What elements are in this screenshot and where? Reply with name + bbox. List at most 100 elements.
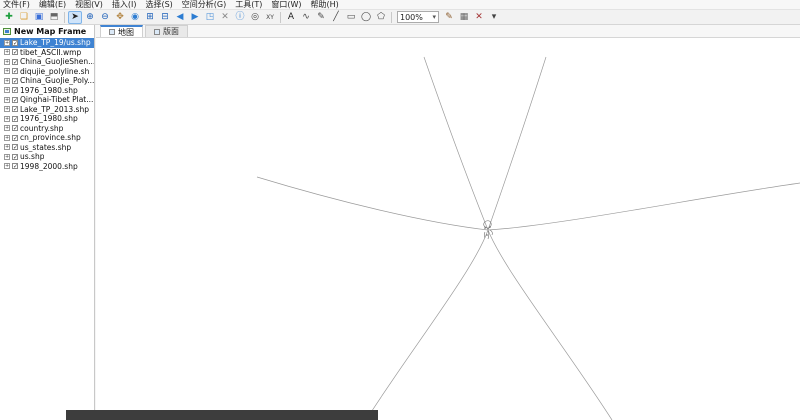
menu-select[interactable]: 选择(S) — [145, 0, 172, 10]
close-tool-icon[interactable]: ✕ — [472, 11, 486, 24]
print-icon[interactable]: ⬒ — [47, 11, 61, 24]
gis-application-window: 文件(F) 编辑(E) 视图(V) 插入(I) 选择(S) 空间分析(G) 工具(T) 窗口(… — [0, 0, 800, 420]
circle-tool-icon[interactable]: ◯ — [359, 11, 373, 24]
layer-row[interactable]: + ✓ us_states.shp — [0, 143, 94, 153]
fixed-zoom-out-icon[interactable]: ⊟ — [158, 11, 172, 24]
layer-list: + ✓ Lake_TP_19/us.shp + ✓ tibet_ASCII.wmp + ✓ Ch… — [0, 38, 94, 171]
tab-layout[interactable]: 版面 — [145, 25, 188, 37]
rectangle-tool-icon[interactable]: ▭ — [344, 11, 358, 24]
clear-selection-icon[interactable]: ✕ — [218, 11, 232, 24]
expander-icon[interactable]: + — [4, 115, 10, 122]
open-folder-icon[interactable]: ❏ — [17, 11, 31, 24]
expander-icon[interactable]: + — [4, 144, 10, 151]
map-graticule-line — [256, 176, 800, 231]
layer-row[interactable]: + ✓ 1998_2000.shp — [0, 162, 94, 172]
menu-window[interactable]: 窗口(W) — [271, 0, 301, 10]
text-tool-icon[interactable]: A — [284, 11, 298, 24]
expander-icon[interactable]: + — [4, 77, 10, 84]
expander-icon[interactable]: + — [4, 68, 10, 75]
zoom-level-combo[interactable]: 100% ▾ — [397, 11, 439, 23]
fixed-zoom-in-icon[interactable]: ⊞ — [143, 11, 157, 24]
tab-map[interactable]: 地图 — [100, 25, 143, 37]
find-icon[interactable]: ◎ — [248, 11, 262, 24]
expander-icon[interactable]: + — [4, 125, 10, 132]
layer-checkbox[interactable]: ✓ — [12, 125, 18, 132]
layer-row[interactable]: + ✓ country.shp — [0, 124, 94, 134]
curve-tool-icon[interactable]: ∿ — [299, 11, 313, 24]
layer-checkbox[interactable]: ✓ — [12, 68, 18, 75]
layer-checkbox[interactable]: ✓ — [12, 153, 18, 160]
layer-label: China_GuoJieShen... — [20, 57, 94, 67]
more-tools-icon[interactable]: ▾ — [487, 11, 501, 24]
layer-checkbox[interactable]: ✓ — [12, 134, 18, 141]
zoom-in-icon[interactable]: ⊕ — [83, 11, 97, 24]
edit-pencil-icon[interactable]: ✎ — [442, 11, 456, 24]
zoom-out-icon[interactable]: ⊖ — [98, 11, 112, 24]
expander-icon[interactable]: + — [4, 87, 10, 94]
menu-bar: 文件(F) 编辑(E) 视图(V) 插入(I) 选择(S) 空间分析(G) 工具(T) 窗口(… — [0, 0, 800, 10]
tab-icon — [109, 29, 115, 35]
layer-label: us_states.shp — [20, 142, 72, 152]
menu-insert[interactable]: 插入(I) — [112, 0, 137, 10]
back-extent-icon[interactable]: ◀ — [173, 11, 187, 24]
layer-row[interactable]: + ✓ cn_province.shp — [0, 133, 94, 143]
layer-label: 1976_1980.shp — [20, 85, 78, 95]
menu-geoprocess[interactable]: 空间分析(G) — [182, 0, 226, 10]
select-features-icon[interactable]: ◳ — [203, 11, 217, 24]
expander-icon[interactable]: + — [4, 163, 10, 170]
go-to-xy-icon[interactable]: XY — [263, 11, 277, 24]
expander-icon[interactable]: + — [4, 153, 10, 160]
layer-checkbox[interactable]: ✓ — [12, 163, 18, 170]
layer-row[interactable]: + ✓ us.shp — [0, 152, 94, 162]
map-canvas[interactable] — [96, 38, 800, 420]
layer-checkbox[interactable]: ✓ — [12, 58, 18, 65]
line-tool-icon[interactable]: ╱ — [329, 11, 343, 24]
layer-checkbox[interactable]: ✓ — [12, 39, 18, 46]
layer-checkbox[interactable]: ✓ — [12, 144, 18, 151]
menu-file[interactable]: 文件(F) — [3, 0, 30, 10]
map-canvas-svg — [256, 56, 800, 420]
polygon-tool-icon[interactable]: ⬠ — [374, 11, 388, 24]
layer-row[interactable]: + ✓ China_GuoJie_Poly... — [0, 76, 94, 86]
layer-checkbox[interactable]: ✓ — [12, 96, 18, 103]
expander-icon[interactable]: + — [4, 39, 10, 46]
expander-icon[interactable]: + — [4, 134, 10, 141]
select-tool-icon[interactable]: ➤ — [68, 10, 82, 24]
layer-checkbox[interactable]: ✓ — [12, 77, 18, 84]
identify-icon[interactable]: ⓘ — [233, 11, 247, 24]
layer-row[interactable]: + ✓ Lake_TP_2013.shp — [0, 105, 94, 115]
menu-help[interactable]: 帮助(H) — [311, 0, 339, 10]
layer-row[interactable]: + ✓ 1976_1980.shp — [0, 114, 94, 124]
layer-checkbox[interactable]: ✓ — [12, 115, 18, 122]
expander-icon[interactable]: + — [4, 106, 10, 113]
layer-label: country.shp — [20, 123, 64, 133]
expander-icon[interactable]: + — [4, 58, 10, 65]
layer-row[interactable]: + ✓ diqujie_polyline.sh — [0, 67, 94, 77]
layer-row[interactable]: + ✓ 1976_1980.shp — [0, 86, 94, 96]
menu-view[interactable]: 视图(V) — [75, 0, 103, 10]
forward-extent-icon[interactable]: ▶ — [188, 11, 202, 24]
map-frame-root[interactable]: New Map Frame — [0, 25, 94, 38]
map-frame-icon — [3, 28, 11, 35]
menu-tools[interactable]: 工具(T) — [235, 0, 262, 10]
layer-label: Lake_TP_2013.shp — [20, 104, 89, 114]
save-edits-icon[interactable]: ▦ — [457, 11, 471, 24]
freehand-tool-icon[interactable]: ✎ — [314, 11, 328, 24]
layer-checkbox[interactable]: ✓ — [12, 106, 18, 113]
layer-row[interactable]: + ✓ Lake_TP_19/us.shp — [0, 38, 94, 48]
layer-row[interactable]: + ✓ tibet_ASCII.wmp — [0, 48, 94, 58]
zoom-level-value: 100% — [400, 12, 423, 22]
layer-checkbox[interactable]: ✓ — [12, 87, 18, 94]
tab-label: 地图 — [118, 27, 134, 37]
pan-icon[interactable]: ✥ — [113, 11, 127, 24]
expander-icon[interactable]: + — [4, 49, 10, 56]
add-data-icon[interactable]: ✚ — [2, 11, 16, 24]
menu-edit[interactable]: 编辑(E) — [39, 0, 66, 10]
expander-icon[interactable]: + — [4, 96, 10, 103]
layer-row[interactable]: + ✓ China_GuoJieShen... — [0, 57, 94, 67]
save-icon[interactable]: ▣ — [32, 11, 46, 24]
layer-row[interactable]: + ✓ Qinghai-Tibet Plat... — [0, 95, 94, 105]
main-toolbar: ✚ ❏ ▣ ⬒ ➤ ⊕ ⊖ ✥ ◉ ⊞ ⊟ ◀ ▶ ◳ ✕ ⓘ ◎ XY A ∿ ✎ ╱ ▭ ◯ ⬠ 100% ▾ ✎ ▦ ✕ ▾ — [0, 10, 800, 25]
layer-checkbox[interactable]: ✓ — [12, 49, 18, 56]
full-extent-icon[interactable]: ◉ — [128, 11, 142, 24]
